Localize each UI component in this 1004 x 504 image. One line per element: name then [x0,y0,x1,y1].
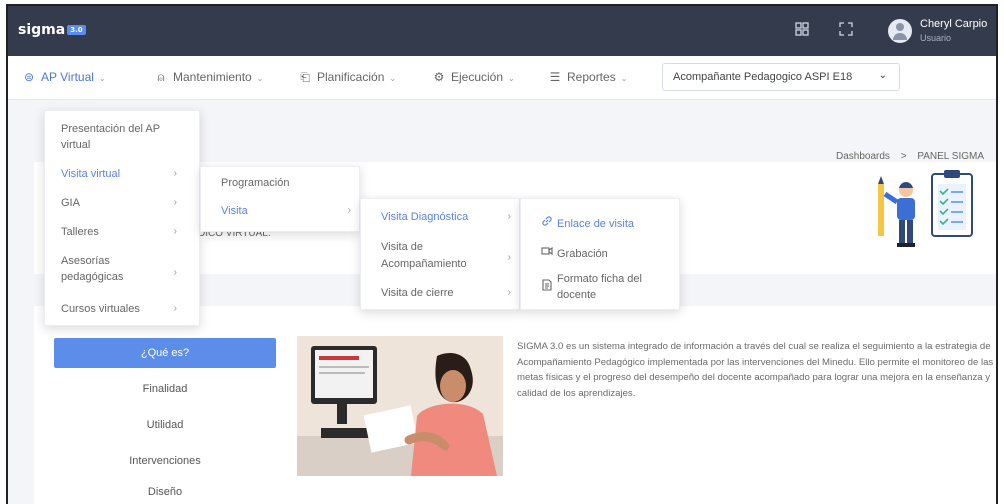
chevron-down-icon: ⌄ [878,70,887,81]
chevron-down-icon: ⌄ [389,74,397,83]
menu-mantenimiento-label: Mantenimiento [173,70,252,84]
user-name[interactable]: Cheryl Carpio [920,18,987,30]
dropdown-item-asesorias-label: Asesorías pedagógicas [61,255,124,283]
submenu-item-visita-diagnostica[interactable]: Visita Diagnóstica › [381,211,521,223]
top-bar: sigma 3.0 Cheryl Carpio Usuario [8,6,996,56]
dropdown-item-talleres-label: Talleres [61,226,99,238]
submenu-item-visita-cierre[interactable]: Visita de cierre › [381,287,521,299]
chevron-down-icon: ⌄ [620,74,628,83]
breadcrumb-separator: > [900,151,907,162]
user-role: Usuario [920,33,952,43]
chevron-right-icon: › [173,303,177,314]
submenu-item-visita-cierre-label: Visita de cierre [381,287,454,299]
menu-ap-virtual[interactable]: ⊜ AP Virtual ⌄ [22,70,106,88]
fullscreen-icon[interactable] [838,22,854,38]
chevron-right-icon: › [173,168,177,179]
submenu-item-formato-ficha[interactable]: Formato ficha del docente [541,271,677,303]
dropdown-item-presentacion[interactable]: Presentación del AP virtual [61,121,181,153]
menu-reportes-label: Reportes [567,70,616,84]
flask-icon: ⍝ [157,70,165,84]
app-window: sigma 3.0 Cheryl Carpio Usuario ⊜ AP Virtu… [6,4,998,504]
chevron-right-icon: › [173,197,177,208]
globe-icon: ⊜ [23,70,35,84]
menu-planificacion[interactable]: ⎗ Planificación ⌄ [298,70,396,88]
menu-ejecucion[interactable]: ⚙ Ejecución ⌄ [432,70,515,88]
video-camera-icon [541,245,557,260]
list-icon: ☰ [549,70,561,84]
profile-select[interactable]: Acompañante Pedagogico ASPI E18 ⌄ [662,63,900,91]
file-text-icon [541,279,557,296]
visita-submenu: Visita Diagnóstica › Visita de Acompañami… [360,198,520,310]
menu-mantenimiento[interactable]: ⍝ Mantenimiento ⌄ [154,70,263,88]
sidebar-item-finalidad[interactable]: Finalidad [54,374,276,404]
visita-diagnostica-submenu: Enlace de visita Grabación Formato ficha… [520,198,680,310]
submenu-item-grabacion[interactable]: Grabación [541,245,608,260]
document-icon: ⎗ [300,70,310,84]
user-avatar[interactable] [888,19,912,43]
chevron-right-icon: › [347,205,351,216]
sidebar-item-intervenciones[interactable]: Intervenciones [54,446,276,476]
chevron-right-icon: › [173,267,177,278]
sigma-description: SIGMA 3.0 es un sistema integrado de inf… [517,341,994,399]
sidebar-item-que-es[interactable]: ¿Qué es? [54,338,276,368]
dropdown-item-cursos-virtuales-label: Cursos virtuales [61,303,140,315]
dropdown-item-cursos-virtuales[interactable]: Cursos virtuales › [61,303,201,315]
dropdown-item-asesorias[interactable]: Asesorías pedagógicas › [61,253,201,285]
breadcrumb-dashboards[interactable]: Dashboards [836,151,890,162]
chevron-right-icon: › [507,287,511,298]
brand-name: sigma [18,22,66,38]
dropdown-item-gia[interactable]: GIA › [61,197,201,209]
chevron-down-icon: ⌄ [98,74,106,83]
apps-grid-icon[interactable] [794,22,810,38]
submenu-item-visita-acompanamiento-label: Visita de Acompañamiento [381,241,467,270]
sidebar-item-utilidad[interactable]: Utilidad [54,410,276,440]
chevron-down-icon: ⌄ [256,74,264,83]
chevron-right-icon: › [507,252,511,263]
chevron-down-icon: ⌄ [508,74,515,83]
dropdown-item-visita-virtual-label: Visita virtual [61,168,121,180]
brand-badge: 3.0 [67,25,86,35]
submenu-item-visita-diagnostica-label: Visita Diagnóstica [381,211,469,223]
sidebar-item-diseno[interactable]: Diseño [54,477,276,504]
menu-planificacion-label: Planificación [317,70,385,84]
dropdown-item-talleres[interactable]: Talleres › [61,226,201,238]
submenu-item-visita[interactable]: Visita › [221,205,361,217]
dropdown-item-gia-label: GIA [61,197,80,209]
menu-ejecucion-label: Ejecución [451,70,504,84]
link-icon [541,215,557,230]
ap-virtual-dropdown: Presentación del AP virtual Visita virtu… [44,110,200,326]
teacher-computer-photo [297,336,503,476]
dropdown-item-visita-virtual[interactable]: Visita virtual › [61,168,201,180]
chevron-right-icon: › [507,211,511,222]
gear-icon: ⚙ [433,70,445,84]
breadcrumb-panel-sigma: PANEL SIGMA [917,151,984,162]
profile-select-value: Acompañante Pedagogico ASPI E18 [673,71,853,83]
menu-ap-virtual-label: AP Virtual [41,70,94,84]
submenu-item-formato-ficha-label: Formato ficha del docente [557,273,642,301]
submenu-item-grabacion-label: Grabación [557,248,608,260]
submenu-item-visita-acompanamiento[interactable]: Visita de Acompañamiento › [381,239,521,273]
main-menu-bar: ⊜ AP Virtual ⌄ ⍝ Mantenimiento ⌄ ⎗ Planificac… [8,56,996,100]
submenu-item-programacion[interactable]: Programación [221,177,289,189]
submenu-item-enlace-visita-label: Enlace de visita [557,218,635,230]
teacher-clipboard-illustration [878,170,973,247]
brand-logo[interactable]: sigma 3.0 [18,22,86,38]
visita-virtual-submenu: Programación Visita › [200,166,360,232]
submenu-item-visita-label: Visita [221,205,248,217]
menu-reportes[interactable]: ☰ Reportes ⌄ [548,70,628,88]
submenu-item-enlace-visita[interactable]: Enlace de visita [541,215,634,230]
breadcrumb: Dashboards > PANEL SIGMA [832,151,988,162]
chevron-right-icon: › [173,226,177,237]
